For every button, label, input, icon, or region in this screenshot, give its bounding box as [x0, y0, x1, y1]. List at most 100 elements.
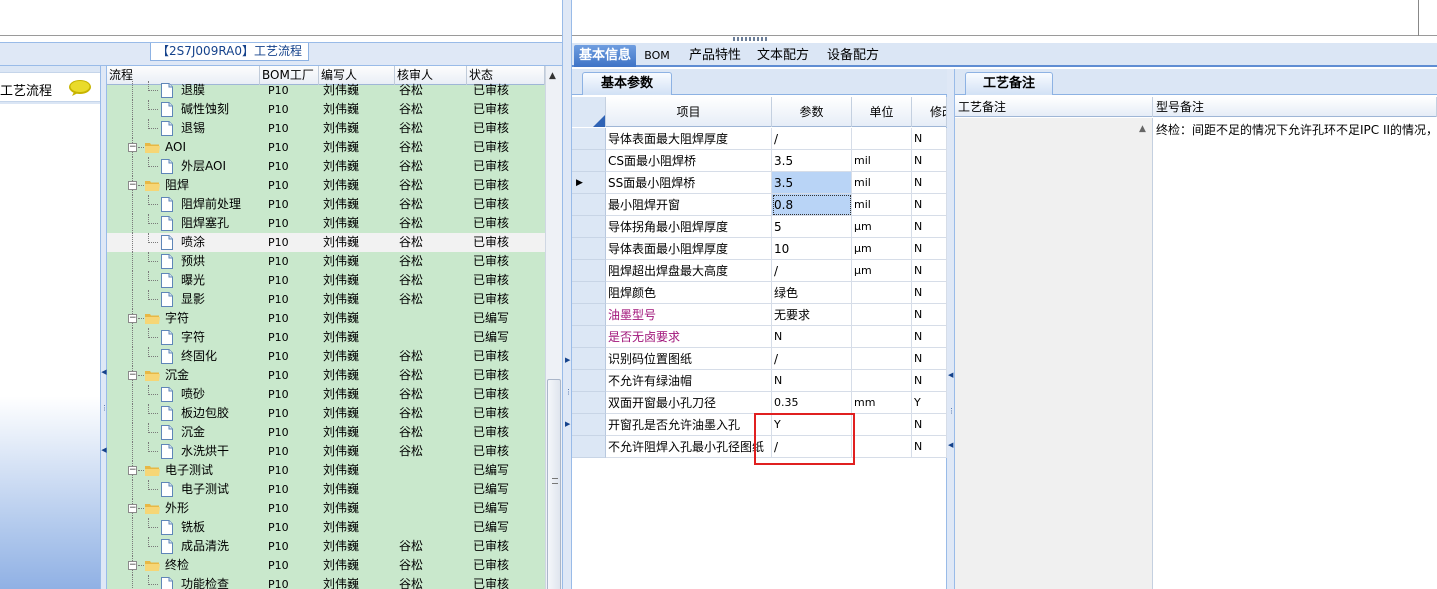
param-unit-cell[interactable] [852, 436, 912, 458]
tree-step-row[interactable]: 沉金 P10 刘伟巍 谷松 已审核 [107, 423, 545, 442]
row-selector[interactable] [572, 150, 606, 172]
param-modified-cell[interactable]: N [912, 436, 947, 458]
param-value-cell[interactable]: N [772, 326, 852, 348]
tree-step-row[interactable]: 曝光 P10 刘伟巍 谷松 已审核 [107, 271, 545, 290]
tree-step-row[interactable]: 铣板 P10 刘伟巍 已编写 [107, 518, 545, 537]
param-modified-cell[interactable]: N [912, 216, 947, 238]
col-header-item[interactable]: 项目 [606, 97, 772, 127]
param-unit-cell[interactable]: μm [852, 260, 912, 282]
param-value-cell[interactable]: 10 [772, 238, 852, 260]
param-row[interactable]: CS面最小阻焊桥 3.5 mil N [572, 150, 947, 172]
param-unit-cell[interactable] [852, 304, 912, 326]
collapse-toggle-icon[interactable]: − [128, 561, 137, 570]
scroll-up-icon[interactable]: ▲ [549, 71, 556, 81]
tree-group-row[interactable]: − 沉金 P10 刘伟巍 谷松 已审核 [107, 366, 545, 385]
row-selector[interactable] [572, 260, 606, 282]
tree-step-row[interactable]: 字符 P10 刘伟巍 已编写 [107, 328, 545, 347]
tree-step-row[interactable]: 阻焊塞孔 P10 刘伟巍 谷松 已审核 [107, 214, 545, 233]
splitter-grip-icon[interactable]: ⋮ [565, 388, 572, 396]
row-selector[interactable] [572, 304, 606, 326]
param-value-cell[interactable]: N [772, 370, 852, 392]
collapse-toggle-icon[interactable]: − [128, 181, 137, 190]
param-modified-cell[interactable]: N [912, 326, 947, 348]
tree-step-row[interactable]: 终固化 P10 刘伟巍 谷松 已审核 [107, 347, 545, 366]
param-row[interactable]: 不允许有绿油帽 N N [572, 370, 947, 392]
row-selector[interactable] [572, 282, 606, 304]
top-splitter-grip[interactable] [733, 37, 769, 41]
param-row[interactable]: 是否无卤要求 N N [572, 326, 947, 348]
tree-step-row[interactable]: 退锡 P10 刘伟巍 谷松 已审核 [107, 119, 545, 138]
tree-step-row[interactable]: 喷砂 P10 刘伟巍 谷松 已审核 [107, 385, 545, 404]
tree-step-row[interactable]: 喷涂 P10 刘伟巍 谷松 已审核 [107, 233, 545, 252]
param-value-cell[interactable]: 3.5 [772, 150, 852, 172]
param-unit-cell[interactable]: mil [852, 150, 912, 172]
tree-step-row[interactable]: 碱性蚀刻 P10 刘伟巍 谷松 已审核 [107, 100, 545, 119]
collapse-right-icon[interactable]: ▶ [565, 356, 570, 364]
param-value-cell[interactable]: 绿色 [772, 282, 852, 304]
param-row[interactable]: 阻焊超出焊盘最大高度 / μm N [572, 260, 947, 282]
param-modified-cell[interactable]: Y [912, 392, 947, 414]
param-unit-cell[interactable] [852, 282, 912, 304]
collapse-left-icon-2[interactable]: ◀ [948, 441, 953, 449]
tree-group-row[interactable]: − AOI P10 刘伟巍 谷松 已审核 [107, 138, 545, 157]
scroll-up-icon[interactable]: ▲ [1139, 124, 1146, 134]
tree-step-row[interactable]: 成品清洗 P10 刘伟巍 谷松 已审核 [107, 537, 545, 556]
splitter-grip-icon[interactable]: ⋮ [948, 407, 955, 415]
param-modified-cell[interactable]: N [912, 260, 947, 282]
col-header-model-note[interactable]: 型号备注 [1153, 97, 1437, 117]
tab-equipment-recipe[interactable]: 设备配方 [822, 45, 884, 67]
param-modified-cell[interactable]: N [912, 414, 947, 436]
param-row[interactable]: 导体表面最小阻焊厚度 10 μm N [572, 238, 947, 260]
param-row[interactable]: 双面开窗最小孔刀径 0.35 mm Y [572, 392, 947, 414]
param-value-cell[interactable]: / [772, 128, 852, 150]
collapse-toggle-icon[interactable]: − [128, 371, 137, 380]
param-modified-cell[interactable]: N [912, 370, 947, 392]
collapse-left-icon[interactable]: ◀ [948, 371, 953, 379]
param-row[interactable]: 导体拐角最小阻焊厚度 5 μm N [572, 216, 947, 238]
param-unit-cell[interactable] [852, 414, 912, 436]
tab-basic-info[interactable]: 基本信息 [574, 45, 636, 67]
row-selector[interactable]: ▶ [572, 172, 606, 194]
row-selector[interactable] [572, 414, 606, 436]
row-selector[interactable] [572, 128, 606, 150]
param-row[interactable]: 油墨型号 无要求 N [572, 304, 947, 326]
tab-basic-params[interactable]: 基本参数 [582, 72, 672, 95]
param-unit-cell[interactable] [852, 326, 912, 348]
param-modified-cell[interactable]: N [912, 194, 947, 216]
param-modified-cell[interactable]: N [912, 348, 947, 370]
tab-process-notes[interactable]: 工艺备注 [965, 72, 1053, 95]
col-header-modified[interactable]: 修改 [912, 97, 947, 127]
tree-step-row[interactable]: 显影 P10 刘伟巍 谷松 已审核 [107, 290, 545, 309]
param-value-cell[interactable]: 0.35 [772, 392, 852, 414]
tree-step-row[interactable]: 电子测试 P10 刘伟巍 已编写 [107, 480, 545, 499]
model-note-field[interactable]: 终检：间距不足的情况下允许孔环不足IPC II的情况， [1153, 118, 1437, 589]
tree-step-row[interactable]: 水洗烘干 P10 刘伟巍 谷松 已审核 [107, 442, 545, 461]
row-selector[interactable] [572, 326, 606, 348]
row-selector[interactable] [572, 392, 606, 414]
param-unit-cell[interactable] [852, 128, 912, 150]
param-row[interactable]: 阻焊颜色 绿色 N [572, 282, 947, 304]
collapse-toggle-icon[interactable]: − [128, 143, 137, 152]
row-selector[interactable] [572, 216, 606, 238]
param-unit-cell[interactable] [852, 370, 912, 392]
param-value-cell[interactable]: 无要求 [772, 304, 852, 326]
nav-item-process-flow[interactable]: 工艺流程 [0, 72, 100, 102]
param-unit-cell[interactable]: mil [852, 172, 912, 194]
process-note-field[interactable] [955, 118, 1153, 589]
row-selector[interactable] [572, 348, 606, 370]
param-value-cell[interactable]: / [772, 348, 852, 370]
param-row[interactable]: ▶ SS面最小阻焊桥 3.5 mil N [572, 172, 947, 194]
tree-step-row[interactable]: 退膜 P10 刘伟巍 谷松 已审核 [107, 81, 545, 100]
param-unit-cell[interactable]: μm [852, 238, 912, 260]
param-value-cell[interactable]: / [772, 260, 852, 282]
tab-product-features[interactable]: 产品特性 [682, 45, 748, 67]
tree-group-row[interactable]: − 字符 P10 刘伟巍 已编写 [107, 309, 545, 328]
tree-step-row[interactable]: 预烘 P10 刘伟巍 谷松 已审核 [107, 252, 545, 271]
tab-text-recipe[interactable]: 文本配方 [752, 45, 814, 67]
param-modified-cell[interactable]: N [912, 282, 947, 304]
col-header-process-note[interactable]: 工艺备注 [955, 97, 1153, 117]
param-modified-cell[interactable]: N [912, 172, 947, 194]
tree-group-row[interactable]: − 终检 P10 刘伟巍 谷松 已审核 [107, 556, 545, 575]
col-header-unit[interactable]: 单位 [852, 97, 912, 127]
col-header-param[interactable]: 参数 [772, 97, 852, 127]
